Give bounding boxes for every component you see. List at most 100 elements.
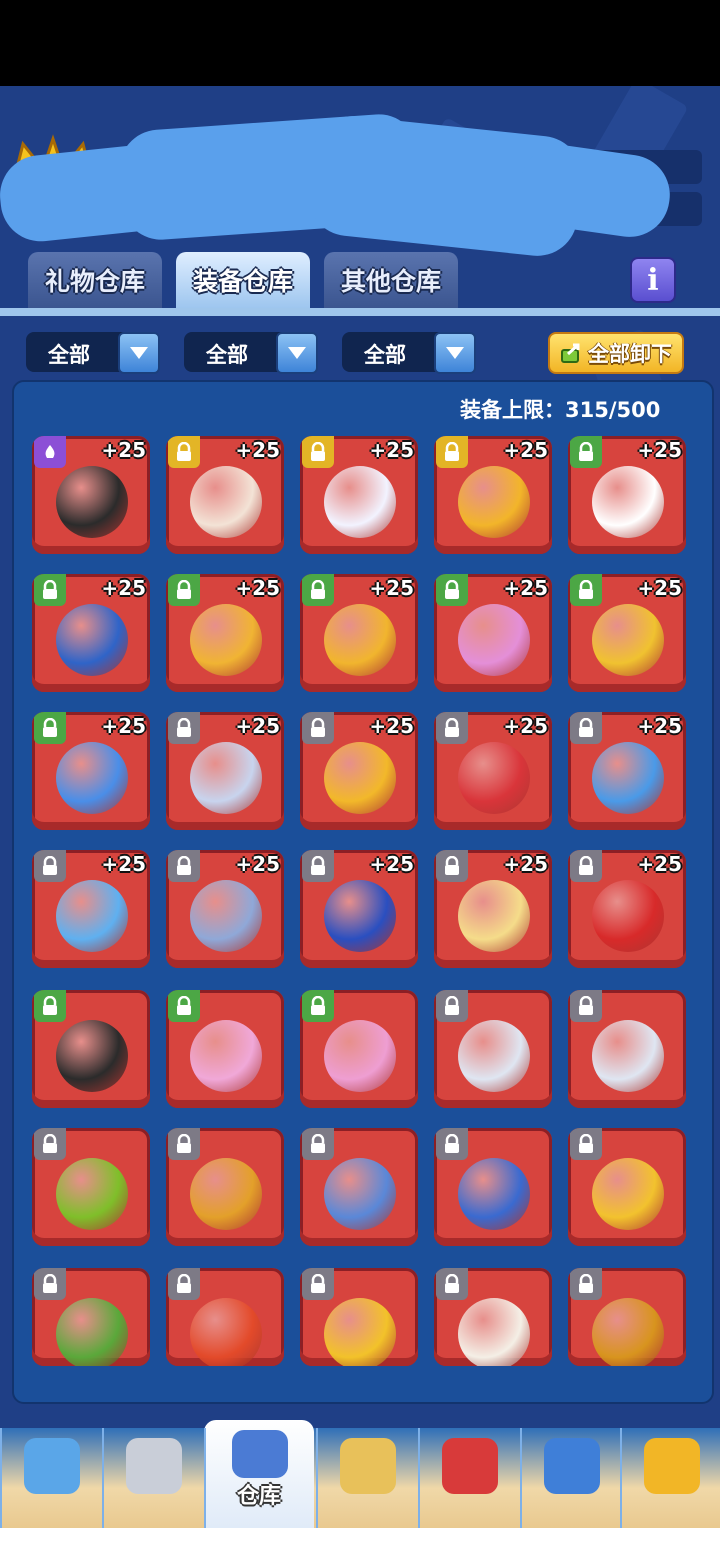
padlock-icon[interactable] [34,850,66,882]
padlock-icon[interactable] [436,436,468,468]
nav-item-treasure-chest[interactable] [0,1428,100,1528]
padlock-icon[interactable] [302,1128,334,1160]
chevron-down-icon[interactable] [118,332,160,374]
equipment-slot[interactable]: +25 [32,850,150,968]
equipment-slot[interactable]: +25 [568,574,686,692]
padlock-icon[interactable] [168,1128,200,1160]
equipment-slot[interactable] [434,1128,552,1246]
tab-equipment-storage[interactable]: 装备仓库 [176,252,310,308]
padlock-icon[interactable] [436,712,468,744]
red-hood-cloak-icon [458,742,530,814]
equipment-slot[interactable] [166,990,284,1108]
equipment-slot[interactable]: +25 [32,436,150,554]
equipment-slot[interactable]: +25 [568,436,686,554]
padlock-icon[interactable] [436,574,468,606]
padlock-icon[interactable] [570,436,602,468]
equipment-slot[interactable] [434,1268,552,1366]
equipment-slot[interactable] [568,1268,686,1366]
tab-gift-storage[interactable]: 礼物仓库 [28,252,162,308]
padlock-icon[interactable] [302,850,334,882]
equipment-slot[interactable] [568,1128,686,1246]
padlock-icon[interactable] [570,574,602,606]
nav-item-compass[interactable] [620,1428,720,1528]
flame-badge-icon[interactable] [34,436,66,468]
padlock-icon[interactable] [302,990,334,1022]
padlock-icon[interactable] [302,574,334,606]
padlock-icon[interactable] [436,850,468,882]
chevron-down-icon[interactable] [276,332,318,374]
warehouse-house-icon [232,1430,288,1478]
padlock-icon[interactable] [168,850,200,882]
tab-label: 装备仓库 [192,267,293,296]
unequip-all-button[interactable]: 全部卸下 [548,332,684,374]
padlock-icon[interactable] [168,436,200,468]
equipment-slot[interactable]: +25 [434,712,552,830]
padlock-icon[interactable] [34,1128,66,1160]
padlock-icon[interactable] [168,1268,200,1300]
equipment-slot[interactable] [166,1268,284,1366]
padlock-icon[interactable] [34,712,66,744]
padlock-icon[interactable] [302,436,334,468]
padlock-icon[interactable] [302,712,334,744]
boxing-glove-icon [592,880,664,952]
padlock-icon[interactable] [570,1128,602,1160]
tab-other-storage[interactable]: 其他仓库 [324,252,458,308]
home-indicator[interactable] [234,1540,486,1546]
equipment-slot[interactable]: +25 [166,436,284,554]
nav-item-crossed-swords[interactable] [316,1428,416,1528]
padlock-icon[interactable] [34,1268,66,1300]
equipment-slot[interactable]: +25 [166,712,284,830]
equipment-slot[interactable]: +25 [166,574,284,692]
equipment-slot[interactable] [300,1268,418,1366]
pink-dress-icon [324,1020,396,1092]
nav-item-guild-banner[interactable] [520,1428,620,1528]
golden-dress-icon [458,880,530,952]
equipment-slot[interactable]: +25 [300,436,418,554]
equipment-slot[interactable]: +25 [434,574,552,692]
equipment-slot[interactable]: +25 [300,712,418,830]
chevron-down-icon[interactable] [434,332,476,374]
padlock-icon[interactable] [570,1268,602,1300]
enhance-level: +25 [503,852,548,876]
equipment-slot[interactable]: +25 [300,850,418,968]
padlock-icon[interactable] [436,1268,468,1300]
padlock-icon[interactable] [168,574,200,606]
equipment-slot[interactable] [32,1128,150,1246]
equipment-slot[interactable] [568,990,686,1108]
equipment-slot[interactable]: +25 [300,574,418,692]
equipment-slot[interactable]: +25 [568,850,686,968]
filter-dropdown-3[interactable]: 全部 [342,332,476,374]
padlock-icon[interactable] [436,990,468,1022]
equipment-slot[interactable]: +25 [32,712,150,830]
padlock-icon[interactable] [34,574,66,606]
padlock-icon[interactable] [570,990,602,1022]
equipment-slot[interactable] [300,990,418,1108]
equipment-slot[interactable] [300,1128,418,1246]
dragon-helmet-icon [190,880,262,952]
padlock-icon[interactable] [436,1128,468,1160]
equipment-slot[interactable] [434,990,552,1108]
equipment-slot[interactable] [166,1128,284,1246]
equipment-slot[interactable]: +25 [568,712,686,830]
nav-item-crown-shield[interactable] [418,1428,518,1528]
padlock-icon[interactable] [168,990,200,1022]
nav-item-knight-helmet[interactable] [102,1428,202,1528]
padlock-icon[interactable] [302,1268,334,1300]
equipment-slot[interactable]: +25 [166,850,284,968]
filter-dropdown-2[interactable]: 全部 [184,332,318,374]
enhance-level: +25 [369,852,414,876]
padlock-icon[interactable] [570,712,602,744]
info-button[interactable]: i [630,257,676,303]
enhance-level: +25 [101,852,146,876]
silver-armor-icon [190,742,262,814]
equipment-slot[interactable] [32,990,150,1108]
info-icon: i [647,262,659,298]
equipment-slot[interactable]: +25 [434,436,552,554]
padlock-icon[interactable] [34,990,66,1022]
equipment-slot[interactable]: +25 [32,574,150,692]
padlock-icon[interactable] [570,850,602,882]
equipment-slot[interactable]: +25 [434,850,552,968]
padlock-icon[interactable] [168,712,200,744]
filter-dropdown-1[interactable]: 全部 [26,332,160,374]
equipment-slot[interactable] [32,1268,150,1366]
